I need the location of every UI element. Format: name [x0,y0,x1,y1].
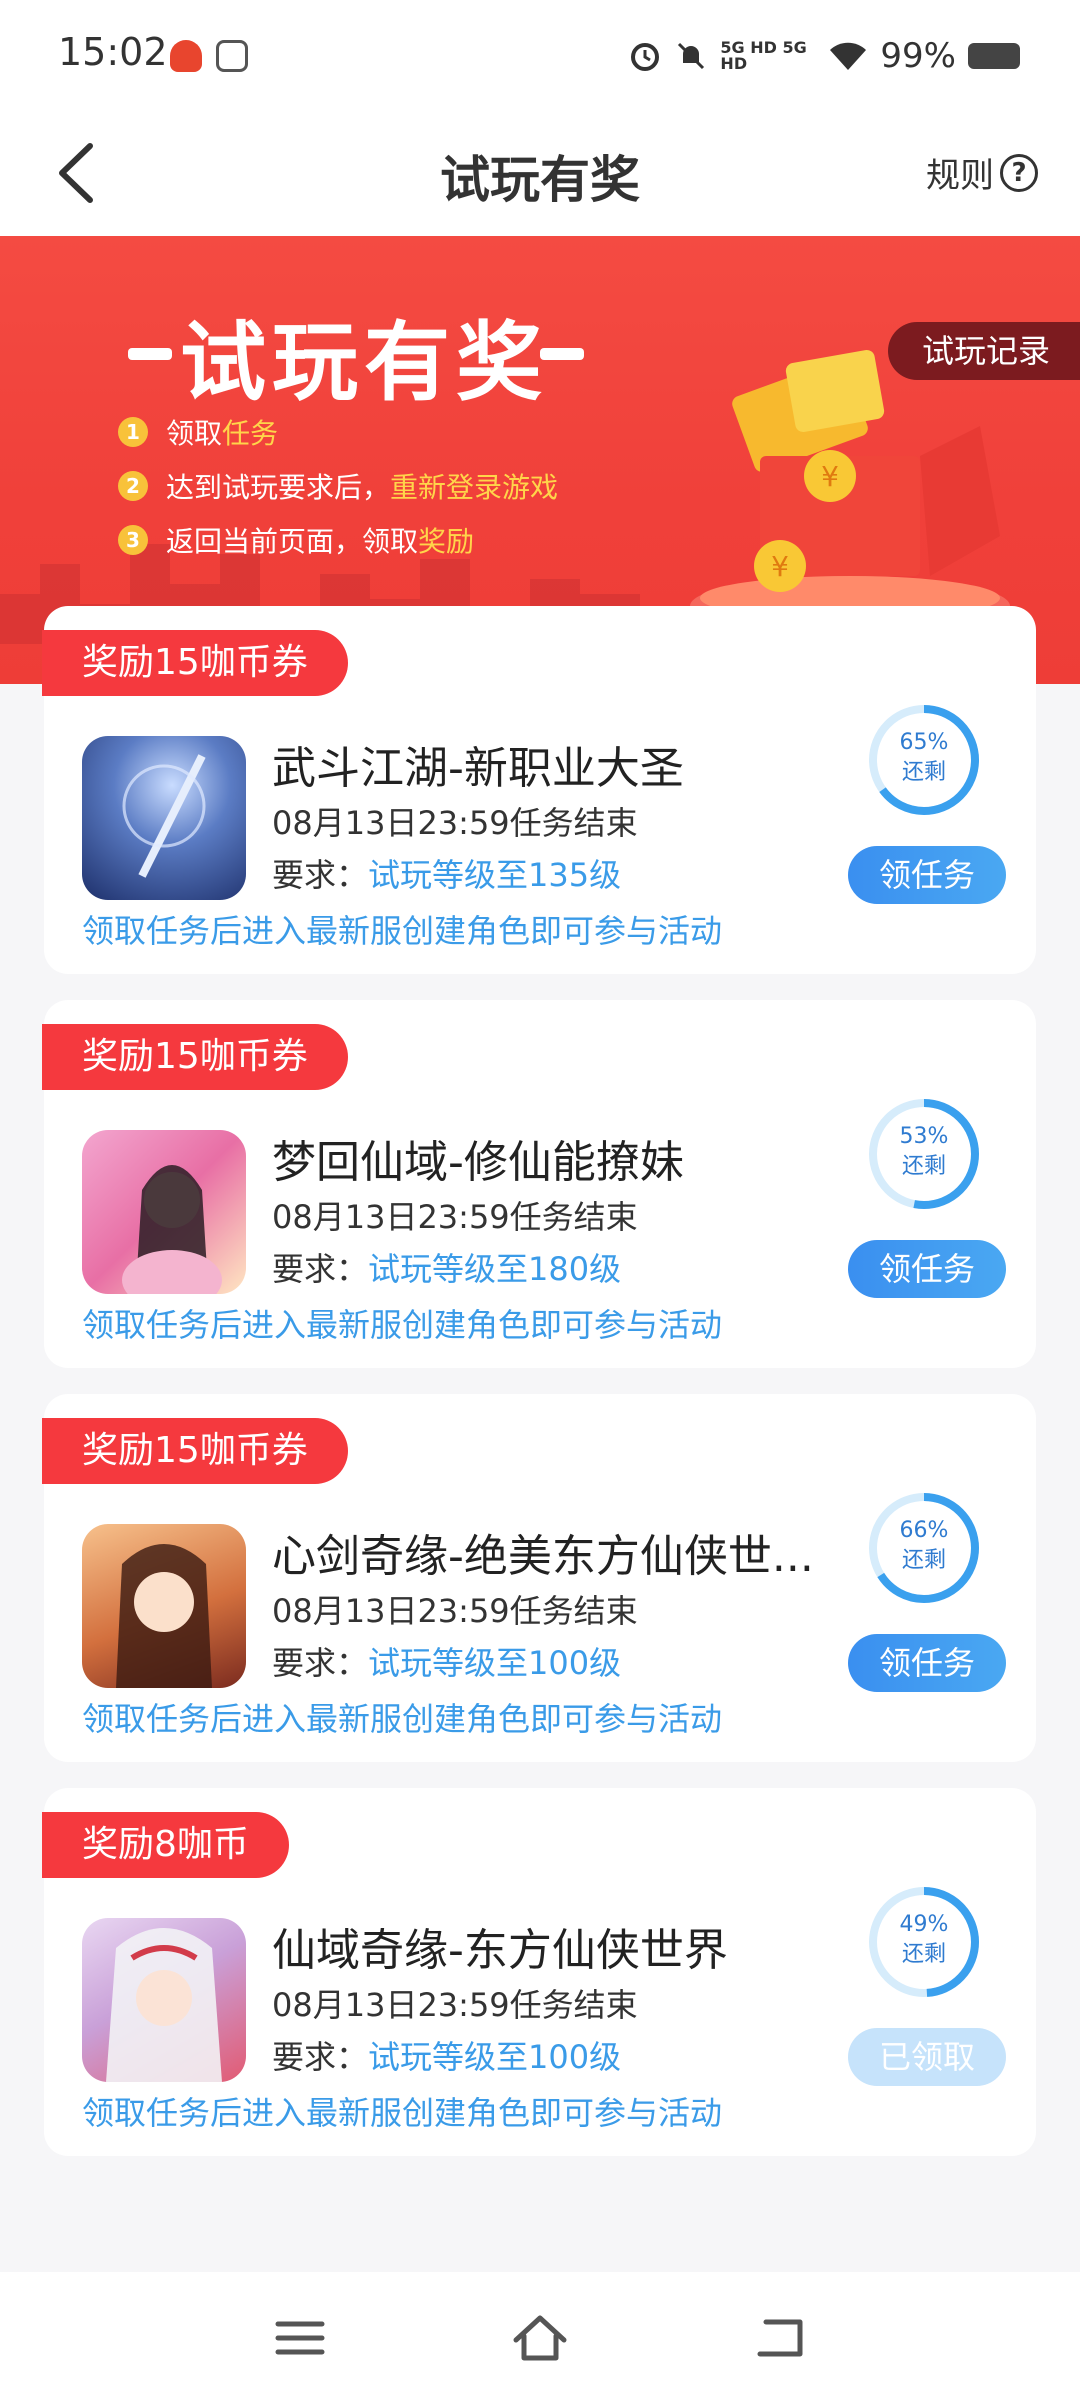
remaining-progress-ring: 49% 还剩 [866,1884,982,2000]
menu-icon[interactable] [270,2310,330,2366]
task-requirement: 要求：试玩等级至180级 [272,1244,621,1290]
nav-header: 试玩有奖 规则 ? [0,110,1080,236]
character-art-icon [116,1544,212,1688]
requirement-value: 试玩等级至180级 [368,1250,622,1288]
alarm-icon [631,43,660,71]
task-card[interactable]: 奖励15咖币券 梦回仙域-修仙能撩妹 08月13日23:59任务结束 要求：试玩… [42,1000,1036,1368]
svg-text:¥: ¥ [771,550,789,583]
requirement-value: 试玩等级至135级 [368,856,622,894]
game-icon[interactable] [82,1130,246,1294]
step-number: 1 [118,417,148,447]
remaining-label: 还剩 [901,760,946,785]
status-time: 15:02 [58,30,168,74]
battery-percent: 99% [880,36,956,76]
step-highlight: 任务 [222,417,279,450]
requirement-value: 试玩等级至100级 [368,2038,622,2076]
task-deadline: 08月13日23:59任务结束 [272,1592,638,1630]
title-dash-left [128,348,172,360]
task-note: 领取任务后进入最新服创建角色即可参与活动 [82,1306,723,1344]
claimed-task-button[interactable]: 已领取 [848,2028,1006,2086]
reward-tag: 奖励15咖币券 [42,1024,348,1090]
step-number: 3 [118,525,148,555]
claim-task-button[interactable]: 领任务 [848,1240,1006,1298]
task-requirement: 要求：试玩等级至100级 [272,1638,621,1684]
remaining-label: 还剩 [901,1154,946,1179]
remaining-percent: 66% [899,1518,949,1543]
banner-title: 试玩有奖 [180,313,548,413]
banner-step-3: 3 返回当前页面，领取奖励 [118,520,474,560]
remaining-percent: 53% [899,1124,949,1149]
character-art-icon [106,1928,222,2082]
back-icon[interactable] [750,2310,810,2366]
remaining-percent: 65% [899,730,949,755]
step-text: 返回当前页面，领取 [166,525,419,558]
remaining-progress-ring: 66% 还剩 [866,1490,982,1606]
requirement-label: 要求： [272,1250,369,1288]
game-icon[interactable] [82,736,246,900]
requirement-label: 要求： [272,1644,369,1682]
task-requirement: 要求：试玩等级至135级 [272,850,621,896]
step-highlight: 重新登录游戏 [390,471,559,504]
claim-task-button[interactable]: 领任务 [848,1634,1006,1692]
remaining-label: 还剩 [901,1548,946,1573]
battery-icon [968,43,1020,69]
step-number: 2 [118,471,148,501]
requirement-label: 要求： [272,856,369,894]
task-deadline: 08月13日23:59任务结束 [272,1986,638,2024]
sword-art-icon [122,754,206,878]
task-deadline: 08月13日23:59任务结束 [272,804,638,842]
remaining-progress-ring: 53% 还剩 [866,1096,982,1212]
system-nav-bar [0,2272,1080,2400]
reward-tag: 奖励15咖币券 [42,1418,348,1484]
claim-task-button[interactable]: 领任务 [848,846,1006,904]
step-text: 达到试玩要求后， [166,471,391,504]
banner-step-1: 1 领取任务 [118,412,278,452]
banner-step-2: 2 达到试玩要求后，重新登录游戏 [118,466,558,506]
step-text: 领取 [166,417,223,450]
remaining-progress-ring: 65% 还剩 [866,702,982,818]
help-icon: ? [1000,153,1038,192]
app-notification-icon-2 [216,40,248,72]
requirement-label: 要求： [272,2038,369,2076]
status-bar: 15:02 5G HD 5G HD 99% [0,0,1080,110]
play-record-button[interactable]: 试玩记录 [887,322,1080,380]
task-note: 领取任务后进入最新服创建角色即可参与活动 [82,2094,723,2132]
network-label: 5G HD 5G HD [720,38,807,73]
page-title: 试玩有奖 [440,151,640,209]
svg-text:¥: ¥ [821,460,839,493]
mute-icon [678,42,705,70]
task-card[interactable]: 奖励15咖币券 心剑奇缘-绝美东方仙侠世... 08月13日23:59任务结束 … [42,1394,1036,1762]
game-name: 心剑奇缘-绝美东方仙侠世... [272,1531,814,1582]
reward-tag: 奖励8咖币 [42,1812,289,1878]
rules-button[interactable]: 规则 ? [926,148,1038,197]
game-name: 仙域奇缘-东方仙侠世界 [272,1925,728,1976]
requirement-value: 试玩等级至100级 [368,1644,622,1682]
step-highlight: 奖励 [418,525,475,558]
app-notification-icon [170,40,202,72]
task-requirement: 要求：试玩等级至100级 [272,2032,621,2078]
game-icon[interactable] [82,1524,246,1688]
game-name: 梦回仙域-修仙能撩妹 [272,1137,684,1188]
character-art-icon [122,1165,222,1294]
remaining-label: 还剩 [901,1942,946,1967]
task-card[interactable]: 奖励15咖币券 武斗江湖-新职业大圣 08月13日23:59任务结束 要求：试玩… [42,606,1036,974]
home-icon[interactable] [510,2310,570,2366]
remaining-percent: 49% [899,1912,949,1937]
task-note: 领取任务后进入最新服创建角色即可参与活动 [82,1700,723,1738]
task-card[interactable]: 奖励8咖币 仙域奇缘-东方仙侠世界 08月13日23:59任务结束 要求：试玩等… [42,1788,1036,2156]
task-deadline: 08月13日23:59任务结束 [272,1198,638,1236]
task-note: 领取任务后进入最新服创建角色即可参与活动 [82,912,723,950]
title-dash-right [540,348,584,360]
reward-tag: 奖励15咖币券 [42,630,348,696]
rules-label: 规则 [926,156,994,196]
game-name: 武斗江湖-新职业大圣 [272,743,684,794]
game-icon[interactable] [82,1918,246,2082]
wifi-icon [830,42,867,70]
